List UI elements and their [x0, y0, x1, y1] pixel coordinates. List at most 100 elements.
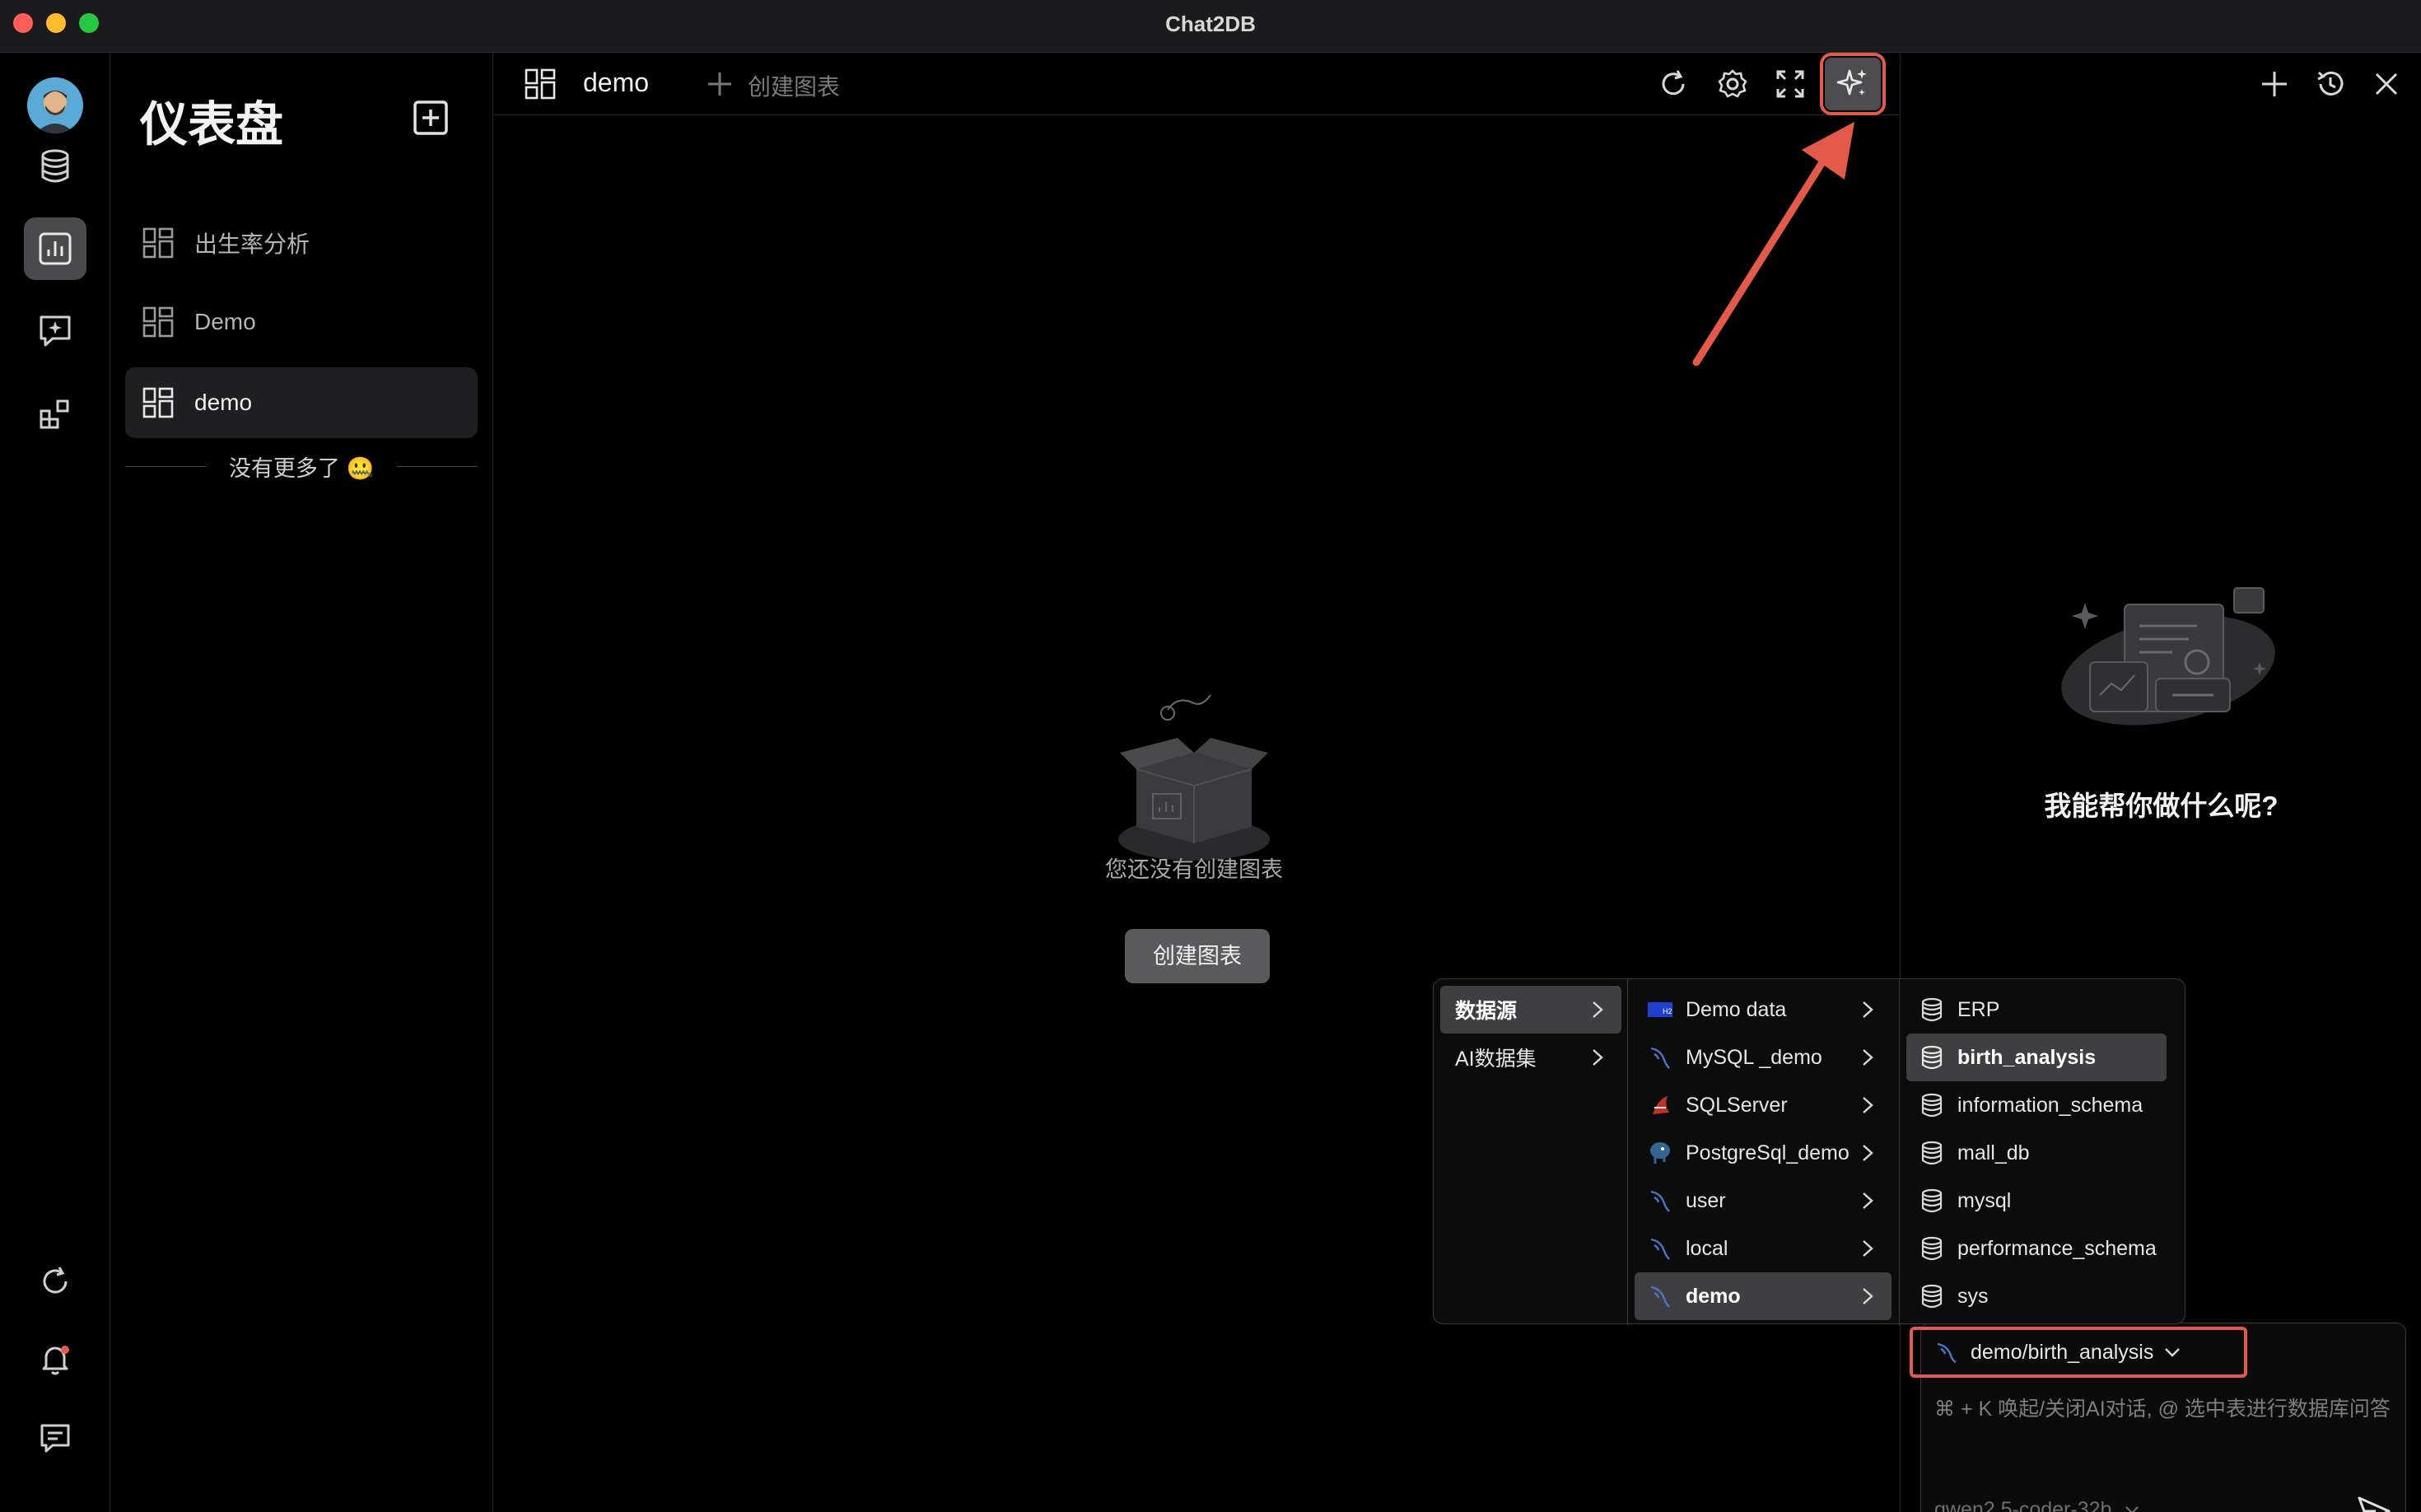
ai-chat-input[interactable]: demo/birth_analysis ⌘ + K 唤起/关闭AI对话, @ 选… [1910, 1323, 2406, 1512]
bell-icon [42, 1346, 69, 1375]
dashboard-icon [142, 387, 174, 418]
message-icon [40, 1424, 70, 1453]
database-icon [1921, 997, 1943, 1022]
gear-icon[interactable] [1716, 68, 1749, 100]
rail-notification-button[interactable] [24, 1328, 86, 1390]
avatar[interactable] [27, 77, 83, 133]
cascader-option-connection[interactable]: H2 Demo data [1635, 986, 1892, 1034]
ai-chat-icon [40, 315, 71, 347]
nav-rail [0, 53, 110, 1512]
cascader-column-category: 数据源 AI数据集 [1434, 979, 1628, 1325]
model-select[interactable]: qwen2.5-coder-32b [1934, 1498, 2142, 1512]
sparkle-icon [1836, 69, 1867, 96]
dashboard-item-label: 出生率分析 [194, 231, 310, 257]
cascader-option-database[interactable]: performance_schema [1906, 1225, 2167, 1272]
dashboard-icon [142, 227, 174, 259]
cascader-column-databases: ERP birth_analysis information_schema ma… [1900, 979, 2186, 1325]
chevron-right-icon [1593, 1001, 1603, 1018]
chevron-right-icon [1863, 1288, 1873, 1304]
cascader-option-connection[interactable]: user [1635, 1177, 1892, 1225]
send-icon[interactable] [2354, 1491, 2394, 1512]
rail-plugins-button[interactable] [24, 382, 86, 445]
rail-refresh-button[interactable] [24, 1250, 86, 1313]
no-more-text: 没有更多了 🤐 [228, 455, 375, 481]
refresh-icon [43, 1267, 68, 1294]
dashboard-item-active[interactable]: demo [125, 367, 478, 438]
chevron-right-icon [1593, 1049, 1603, 1066]
chevron-right-icon [1863, 1001, 1873, 1018]
database-icon [41, 149, 69, 183]
dashboard-panel: 仪表盘 出生率分析 Demo demo 没有更多了 🤐 [110, 53, 493, 1512]
cascader-option-database[interactable]: information_schema [1906, 1081, 2167, 1129]
mysql-icon [1937, 1342, 1957, 1364]
sqlserver-icon [1653, 1096, 1669, 1114]
database-icon [1921, 1284, 1943, 1309]
postgresql-icon [1650, 1142, 1670, 1164]
cascader-option-connection[interactable]: SQLServer [1635, 1081, 1892, 1129]
rail-ai-chat-button[interactable] [24, 300, 86, 362]
database-icon [1921, 1093, 1943, 1118]
cascader-option-datasource[interactable]: 数据源 [1440, 986, 1621, 1034]
dashboard-title: 仪表盘 [140, 98, 284, 152]
rail-dashboard-button[interactable] [24, 217, 86, 280]
title-bar: Chat2DB [0, 0, 2421, 53]
selected-table-mention[interactable]: demo/birth_analysis [1910, 1327, 2247, 1378]
no-more-divider: 没有更多了 🤐 [125, 450, 478, 483]
dashboard-toolbar: demo 创建图表 [494, 53, 1900, 115]
cascader-option-ai-dataset[interactable]: AI数据集 [1440, 1034, 1621, 1081]
dashboard-icon [142, 306, 174, 338]
dashboard-item[interactable]: Demo [125, 287, 478, 357]
refresh-icon[interactable] [1657, 68, 1690, 100]
dashboard-item-label: demo [194, 390, 253, 415]
database-icon [1921, 1045, 1943, 1070]
mention-label: demo/birth_analysis [1971, 1340, 2154, 1364]
ai-greeting: 我能帮你做什么呢? [2044, 791, 2279, 821]
dashboard-icon [525, 68, 556, 100]
h2-icon: H2 [1648, 1002, 1672, 1017]
rail-feedback-button[interactable] [24, 1407, 86, 1469]
chevron-down-icon [2125, 1506, 2139, 1512]
cascader-option-database[interactable]: sys [1906, 1272, 2167, 1320]
cascader-option-connection[interactable]: local [1635, 1225, 1892, 1272]
svg-text:H2: H2 [1663, 1007, 1672, 1015]
model-label: qwen2.5-coder-32b [1934, 1498, 2112, 1512]
create-chart-button[interactable]: 创建图表 [1125, 929, 1270, 983]
mysql-icon [1650, 1190, 1670, 1212]
prompt-placeholder: ⌘ + K 唤起/关闭AI对话, @ 选中表进行数据库问答 [1934, 1398, 2391, 1421]
plus-icon[interactable] [705, 69, 735, 99]
cascader-option-database[interactable]: ERP [1906, 986, 2167, 1034]
close-icon[interactable] [2370, 68, 2403, 100]
chevron-down-icon [2165, 1348, 2181, 1357]
cascader-option-database[interactable]: mall_db [1906, 1129, 2167, 1177]
cascader-option-database[interactable]: mysql [1906, 1177, 2167, 1225]
add-dashboard-button[interactable] [412, 99, 450, 137]
mysql-icon [1650, 1047, 1670, 1069]
chevron-right-icon [1863, 1049, 1873, 1066]
create-chart-link[interactable]: 创建图表 [748, 69, 840, 102]
history-icon[interactable] [2314, 68, 2347, 100]
plus-icon[interactable] [2258, 68, 2291, 100]
cascader-option-connection-selected[interactable]: demo [1635, 1272, 1892, 1320]
cascader-option-connection[interactable]: PostgreSql_demo [1635, 1129, 1892, 1177]
cascader-option-database-selected[interactable]: birth_analysis [1906, 1034, 2167, 1081]
mysql-icon [1650, 1238, 1670, 1260]
dashboard-tab-title: demo [583, 68, 650, 97]
cascader-option-connection[interactable]: MySQL _demo [1635, 1034, 1892, 1081]
database-icon [1921, 1141, 1943, 1165]
empty-box-illustration [1118, 694, 1270, 861]
chevron-right-icon [1863, 1097, 1873, 1113]
chevron-right-icon [1863, 1192, 1873, 1209]
database-icon [1921, 1236, 1943, 1261]
rail-database-button[interactable] [24, 135, 86, 198]
database-icon [1921, 1188, 1943, 1213]
chevron-right-icon [1863, 1240, 1873, 1257]
chart-icon [39, 232, 72, 265]
ai-assistant-toggle-button[interactable] [1820, 53, 1886, 115]
ai-assistant-illustration [2061, 587, 2275, 726]
dashboard-item[interactable]: 出生率分析 [125, 208, 478, 278]
fullscreen-icon[interactable] [1774, 68, 1807, 100]
chevron-right-icon [1863, 1145, 1873, 1161]
dashboard-item-label: Demo [194, 309, 256, 334]
datasource-cascader: 数据源 AI数据集 H2 Demo data MySQL _demo SQLSe… [1433, 978, 2186, 1325]
app-window: Chat2DB 仪表盘 出生率分析 Demo demo 没有更多了 🤐 demo… [0, 0, 2421, 1512]
